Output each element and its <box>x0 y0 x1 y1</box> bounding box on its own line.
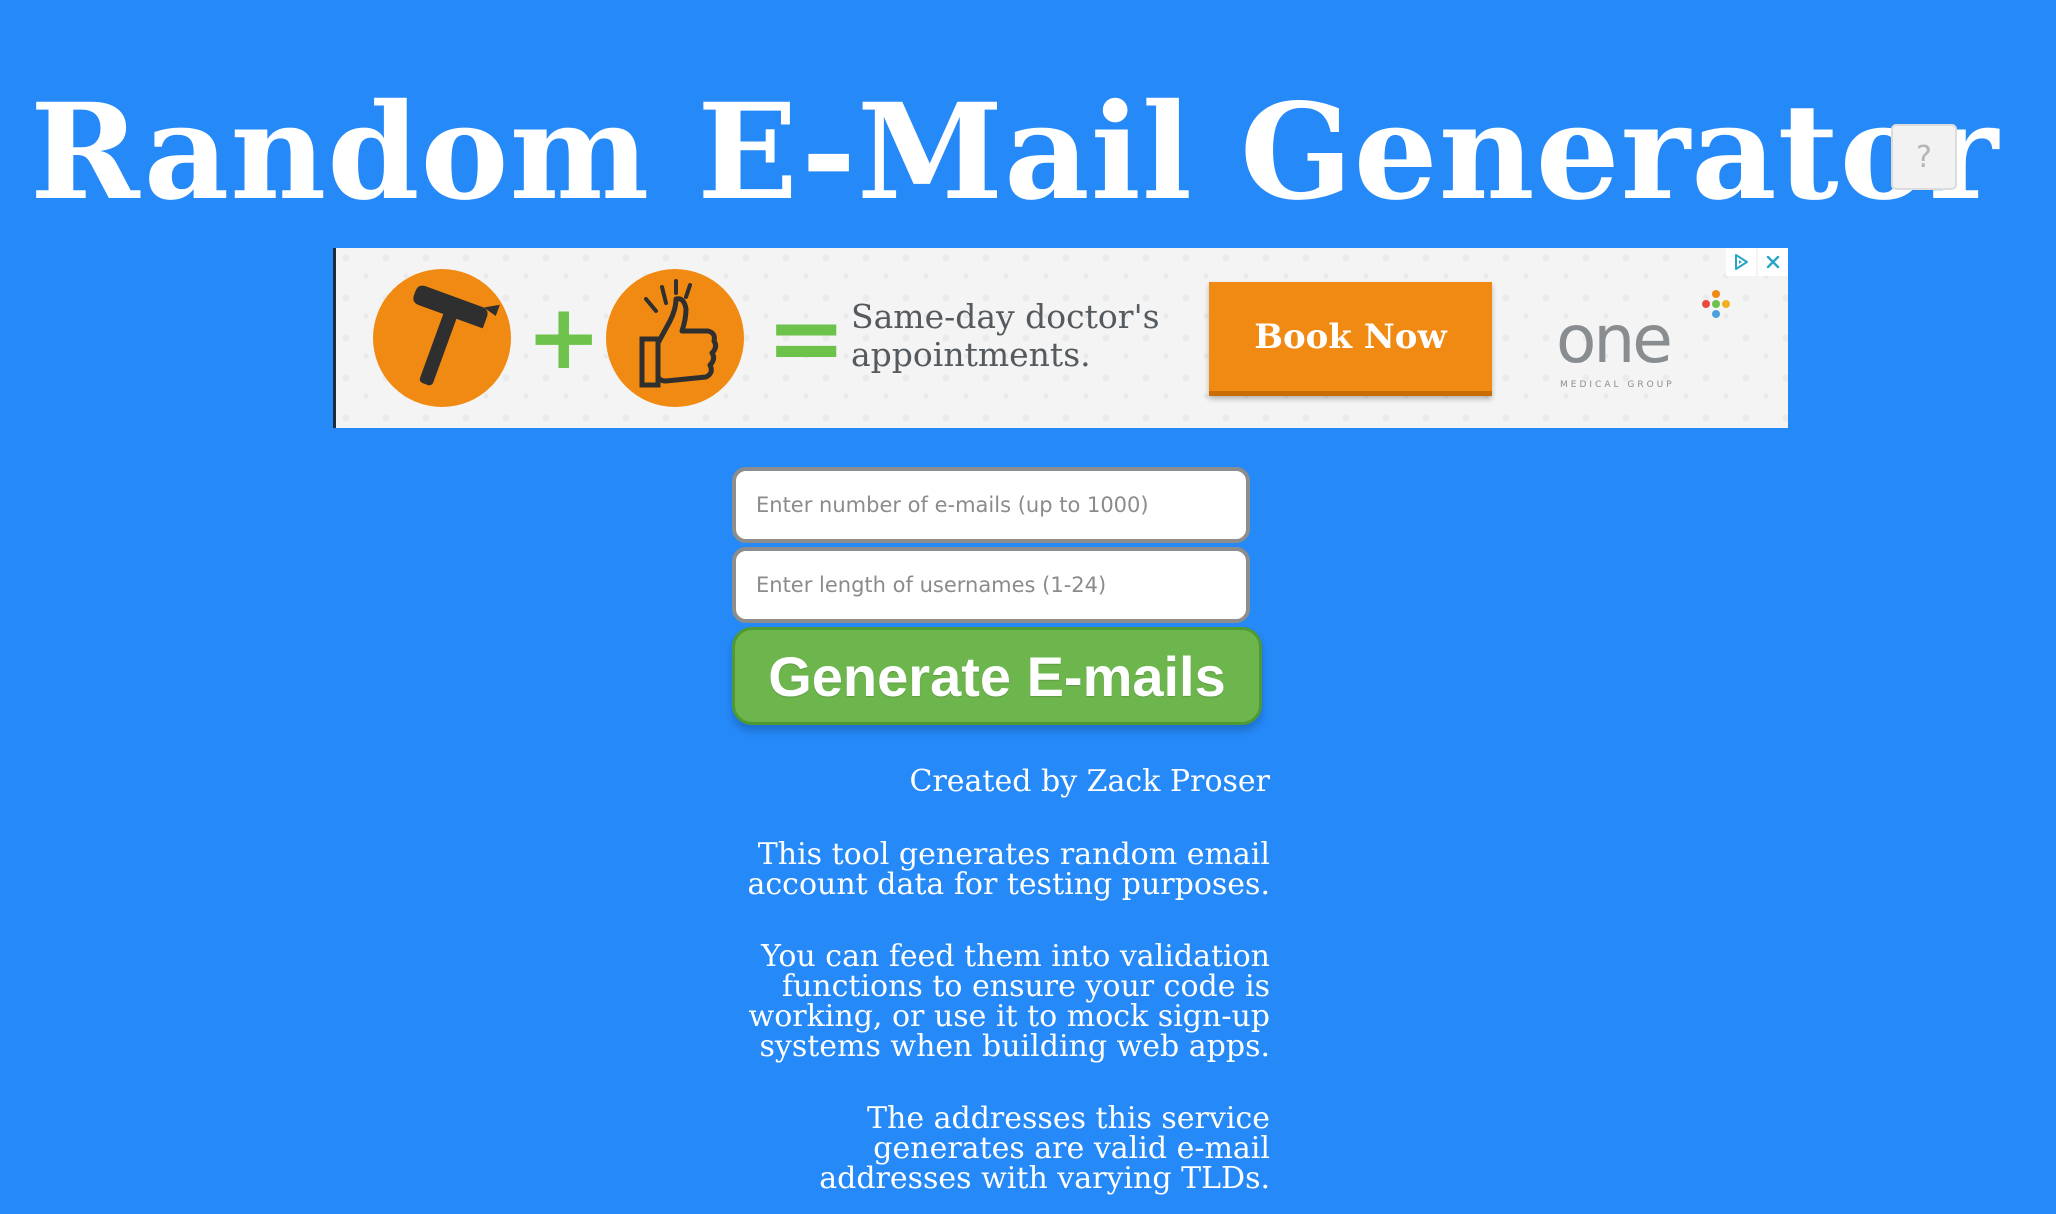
help-button[interactable]: ? <box>1891 124 1957 190</box>
paragraph-line: systems when building web apps. <box>759 1029 1270 1064</box>
advertisement-banner[interactable]: + = Same-day doctor's appointments. Book… <box>333 248 1788 428</box>
adchoices-icon[interactable] <box>1726 248 1756 276</box>
hammer-icon <box>373 269 511 407</box>
logo-word: one <box>1556 301 1673 378</box>
generate-emails-button[interactable]: Generate E-mails <box>732 627 1262 725</box>
ad-choices-bar <box>1724 248 1788 276</box>
credit-text: Created by Zack Proser <box>909 764 1271 799</box>
one-medical-logo[interactable]: one MEDICAL GROUP <box>1556 290 1736 400</box>
thumbs-up-icon <box>606 269 744 407</box>
ad-plus-sign: + <box>526 285 602 390</box>
email-count-input[interactable] <box>732 467 1250 543</box>
usage-paragraph: You can feed them into validation functi… <box>710 942 1270 1062</box>
paragraph-line: This tool generates random email <box>757 837 1270 872</box>
logo-subtitle: MEDICAL GROUP <box>1560 380 1675 390</box>
ad-headline-line: appointments. <box>851 335 1091 374</box>
logo-dots-icon <box>1702 290 1730 318</box>
close-icon[interactable] <box>1758 248 1788 276</box>
validity-paragraph: The addresses this service generates are… <box>710 1104 1270 1194</box>
page-title: Random E-Mail Generator <box>30 75 2000 230</box>
paragraph-line: working, or use it to mock sign-up <box>748 999 1270 1034</box>
paragraph-line: generates are valid e-mail <box>873 1131 1270 1166</box>
paragraph-line: account data for testing purposes. <box>747 867 1270 902</box>
ad-headline: Same-day doctor's appointments. <box>851 298 1160 374</box>
username-length-input[interactable] <box>732 547 1250 623</box>
paragraph-line: You can feed them into validation <box>761 939 1270 974</box>
paragraph-line: functions to ensure your code is <box>781 969 1270 1004</box>
paragraph-line: The addresses this service <box>867 1101 1270 1136</box>
description-paragraph: This tool generates random email account… <box>710 840 1270 900</box>
ad-headline-line: Same-day doctor's <box>851 297 1160 336</box>
page: Random E-Mail Generator ? + = Same-day d… <box>0 0 2056 1214</box>
paragraph-line: addresses with varying TLDs. <box>819 1161 1270 1196</box>
book-now-button[interactable]: Book Now <box>1209 282 1492 396</box>
ad-equals-sign: = <box>766 282 847 394</box>
